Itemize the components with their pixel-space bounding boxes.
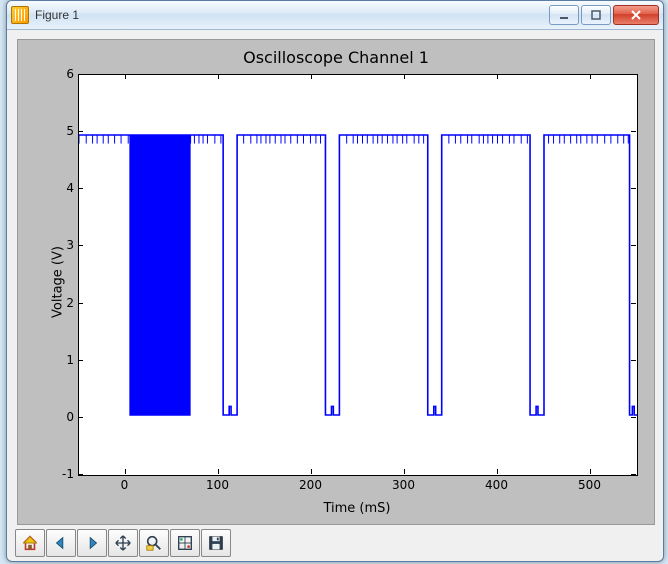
y-tick-label: 4 <box>24 181 74 195</box>
app-icon <box>11 6 29 24</box>
x-tick-label: 400 <box>485 478 508 492</box>
arrow-right-icon <box>83 534 101 552</box>
subplot-icon <box>176 534 194 552</box>
x-tick-mark <box>218 74 219 79</box>
y-tick-mark <box>631 360 636 361</box>
home-button[interactable] <box>15 529 45 557</box>
save-icon <box>207 534 225 552</box>
arrow-left-icon <box>52 534 70 552</box>
y-tick-label: 2 <box>24 296 74 310</box>
signal-trace <box>79 75 637 475</box>
y-tick-mark <box>631 474 636 475</box>
x-tick-mark <box>590 74 591 79</box>
zoom-icon <box>145 534 163 552</box>
y-tick-mark <box>78 417 83 418</box>
y-tick-label: 5 <box>24 124 74 138</box>
y-tick-label: 3 <box>24 238 74 252</box>
chart-title: Oscilloscope Channel 1 <box>18 48 654 67</box>
home-icon <box>21 534 39 552</box>
y-tick-mark <box>78 245 83 246</box>
x-tick-mark <box>125 74 126 79</box>
x-axis-label: Time (mS) <box>78 501 636 516</box>
y-tick-mark <box>78 74 83 75</box>
figure-window: Figure 1 Oscilloscope Channel 1 Voltage … <box>6 0 664 562</box>
titlebar[interactable]: Figure 1 <box>7 1 663 30</box>
y-tick-label: 1 <box>24 353 74 367</box>
x-tick-label: 100 <box>206 478 229 492</box>
y-tick-mark <box>631 303 636 304</box>
x-tick-mark <box>125 469 126 474</box>
figure-canvas[interactable]: Oscilloscope Channel 1 Voltage (V) Time … <box>17 39 655 525</box>
save-button[interactable] <box>201 529 231 557</box>
x-tick-mark <box>311 469 312 474</box>
close-button[interactable] <box>613 5 659 25</box>
x-tick-label: 200 <box>299 478 322 492</box>
x-tick-mark <box>404 469 405 474</box>
x-tick-mark <box>404 74 405 79</box>
forward-button[interactable] <box>77 529 107 557</box>
zoom-button[interactable] <box>139 529 169 557</box>
y-tick-mark <box>631 74 636 75</box>
y-tick-label: 0 <box>24 410 74 424</box>
y-tick-mark <box>631 131 636 132</box>
y-tick-label: 6 <box>24 67 74 81</box>
pan-button[interactable] <box>108 529 138 557</box>
configure-subplots-button[interactable] <box>170 529 200 557</box>
window-title: Figure 1 <box>35 8 549 22</box>
y-tick-mark <box>631 245 636 246</box>
y-tick-mark <box>78 303 83 304</box>
y-tick-mark <box>78 474 83 475</box>
minimize-button[interactable] <box>549 5 579 25</box>
x-tick-mark <box>311 74 312 79</box>
y-tick-mark <box>78 131 83 132</box>
x-tick-mark <box>497 74 498 79</box>
move-icon <box>114 534 132 552</box>
x-tick-mark <box>497 469 498 474</box>
window-buttons <box>549 5 659 25</box>
x-tick-label: 300 <box>392 478 415 492</box>
matplotlib-toolbar <box>15 529 232 557</box>
x-tick-label: 500 <box>578 478 601 492</box>
back-button[interactable] <box>46 529 76 557</box>
y-tick-label: -1 <box>24 467 74 481</box>
x-tick-mark <box>218 469 219 474</box>
y-tick-mark <box>631 417 636 418</box>
y-tick-mark <box>631 188 636 189</box>
y-tick-mark <box>78 188 83 189</box>
maximize-button[interactable] <box>581 5 611 25</box>
x-tick-label: 0 <box>121 478 129 492</box>
plot-area[interactable] <box>78 74 638 476</box>
x-tick-mark <box>590 469 591 474</box>
y-tick-mark <box>78 360 83 361</box>
